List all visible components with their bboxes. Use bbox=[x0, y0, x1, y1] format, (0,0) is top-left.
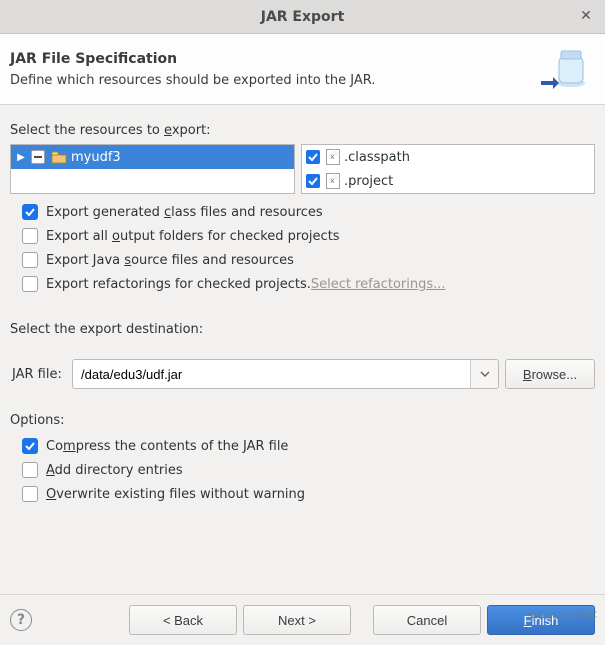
checkbox-export-class-files[interactable]: Export generated class files and resourc… bbox=[10, 200, 595, 224]
wizard-footer: ? < Back Next > Cancel Finish bbox=[0, 594, 605, 645]
checkbox-label: Export Java source files and resources bbox=[46, 253, 294, 268]
browse-button[interactable]: Browse... bbox=[505, 359, 595, 389]
content: Select the resources to export: ▶ myudf3… bbox=[0, 105, 605, 506]
window-title: JAR Export bbox=[0, 9, 605, 25]
file-name: .project bbox=[344, 174, 393, 189]
file-item-project[interactable]: x .project bbox=[302, 169, 594, 193]
project-name: myudf3 bbox=[71, 150, 121, 165]
file-checkbox[interactable] bbox=[306, 150, 320, 164]
page-subtitle: Define which resources should be exporte… bbox=[10, 73, 539, 88]
chevron-down-icon[interactable] bbox=[470, 360, 498, 388]
options-label: Options: bbox=[10, 413, 595, 428]
checkbox-export-output-folders[interactable]: Export all output folders for checked pr… bbox=[10, 224, 595, 248]
checkbox-label: Export refactorings for checked projects… bbox=[46, 277, 446, 292]
close-icon[interactable]: ✕ bbox=[577, 7, 595, 25]
file-name: .classpath bbox=[344, 150, 410, 165]
checkbox-compress[interactable]: Compress the contents of the JAR file bbox=[10, 434, 595, 458]
checkbox[interactable] bbox=[22, 438, 38, 454]
file-list[interactable]: x .classpath x .project bbox=[301, 144, 595, 194]
jar-file-combo[interactable] bbox=[72, 359, 499, 389]
jar-wizard-icon bbox=[539, 43, 591, 95]
checkbox[interactable] bbox=[22, 462, 38, 478]
destination-label: Select the export destination: bbox=[10, 322, 595, 337]
checkbox[interactable] bbox=[22, 204, 38, 220]
checkbox-export-java-source[interactable]: Export Java source files and resources bbox=[10, 248, 595, 272]
checkbox-label: Overwrite existing files without warning bbox=[46, 487, 305, 502]
next-button[interactable]: Next > bbox=[243, 605, 351, 635]
checkbox-label: Export all output folders for checked pr… bbox=[46, 229, 340, 244]
checkbox-label: Compress the contents of the JAR file bbox=[46, 439, 288, 454]
checkbox[interactable] bbox=[22, 252, 38, 268]
expand-icon[interactable]: ▶ bbox=[15, 152, 27, 163]
titlebar: JAR Export ✕ bbox=[0, 0, 605, 34]
project-checkbox[interactable] bbox=[31, 150, 45, 164]
file-icon: x bbox=[326, 173, 340, 189]
checkbox-overwrite[interactable]: Overwrite existing files without warning bbox=[10, 482, 595, 506]
help-icon[interactable]: ? bbox=[10, 609, 32, 631]
finish-button[interactable]: Finish bbox=[487, 605, 595, 635]
checkbox[interactable] bbox=[22, 228, 38, 244]
checkbox[interactable] bbox=[22, 486, 38, 502]
checkbox-label: Add directory entries bbox=[46, 463, 183, 478]
file-icon: x bbox=[326, 149, 340, 165]
folder-icon bbox=[51, 149, 67, 165]
file-checkbox[interactable] bbox=[306, 174, 320, 188]
project-tree[interactable]: ▶ myudf3 bbox=[10, 144, 295, 194]
jar-file-input[interactable] bbox=[73, 360, 470, 388]
resources-label: Select the resources to export: bbox=[10, 123, 595, 138]
select-refactorings-link: Select refactorings... bbox=[311, 277, 446, 292]
checkbox-label: Export generated class files and resourc… bbox=[46, 205, 323, 220]
project-tree-item[interactable]: ▶ myudf3 bbox=[11, 145, 294, 169]
checkbox-add-directory-entries[interactable]: Add directory entries bbox=[10, 458, 595, 482]
page-title: JAR File Specification bbox=[10, 51, 539, 67]
back-button[interactable]: < Back bbox=[129, 605, 237, 635]
cancel-button[interactable]: Cancel bbox=[373, 605, 481, 635]
checkbox-export-refactorings[interactable]: Export refactorings for checked projects… bbox=[10, 272, 595, 296]
jar-file-label: JAR file: bbox=[10, 367, 66, 382]
wizard-header: JAR File Specification Define which reso… bbox=[0, 34, 605, 105]
file-item-classpath[interactable]: x .classpath bbox=[302, 145, 594, 169]
checkbox[interactable] bbox=[22, 276, 38, 292]
